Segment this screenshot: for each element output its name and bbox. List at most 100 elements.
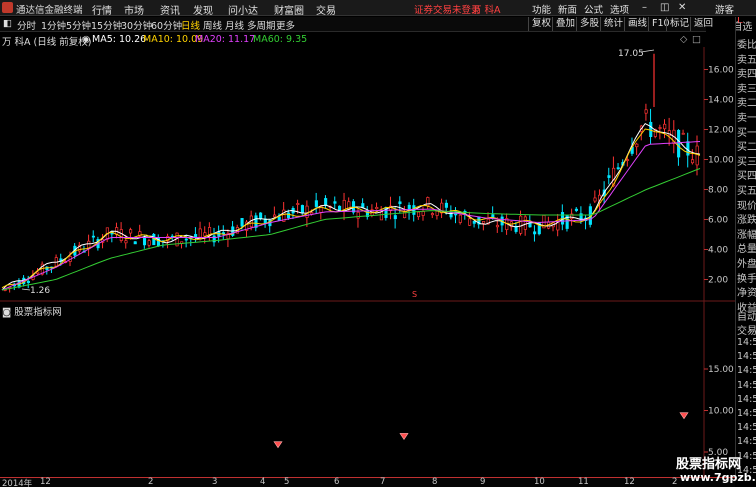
candle-body bbox=[314, 200, 318, 207]
menu-discover[interactable]: 发现 bbox=[193, 2, 213, 17]
maximize-panel-icon[interactable]: □ bbox=[692, 34, 701, 45]
panel-toggle-icon[interactable]: ◧ bbox=[3, 18, 12, 29]
price-tick-label: 16.00 bbox=[708, 66, 734, 76]
ma-info-bar: 万 科A (日线 前复权) ◉ MA5: 10.26 MA10: 10.09 M… bbox=[0, 33, 701, 48]
quote-label: 买三 bbox=[737, 156, 756, 168]
x-tick-label: 2014年 bbox=[2, 479, 33, 487]
menu-function[interactable]: 功能 bbox=[532, 2, 551, 16]
ma-line-ma20 bbox=[1, 141, 701, 291]
quote-label: 买五 bbox=[737, 186, 756, 197]
candle-body bbox=[430, 213, 435, 216]
back-button[interactable]: 返回 bbox=[690, 17, 724, 31]
expand-icon[interactable]: ◇ bbox=[680, 34, 687, 45]
period-more[interactable]: 更多 bbox=[276, 18, 295, 32]
candle-body bbox=[663, 123, 667, 130]
menu-trade[interactable]: 交易 bbox=[316, 2, 336, 17]
period-daily[interactable]: 日线 bbox=[181, 18, 200, 32]
menu-market[interactable]: 市场 bbox=[124, 2, 144, 17]
ma20-value: MA20: 11.17 bbox=[195, 34, 256, 45]
trade-label: 交易 bbox=[737, 326, 756, 337]
menu-ask[interactable]: 问小达 bbox=[228, 2, 258, 17]
indicator-panel[interactable]: 15.0010.005.00 bbox=[0, 302, 735, 477]
menu-formula[interactable]: 公式 bbox=[584, 2, 603, 16]
period-monthly[interactable]: 月线 bbox=[225, 18, 244, 32]
x-tick-label: 5 bbox=[284, 477, 290, 487]
period-30min[interactable]: 30分钟 bbox=[121, 18, 152, 32]
candle-body bbox=[574, 208, 578, 211]
period-60min[interactable]: 60分钟 bbox=[151, 18, 182, 32]
candle-body bbox=[495, 224, 500, 228]
trade-time: 14:56 bbox=[737, 422, 756, 434]
price-tick-label: 2.00 bbox=[708, 276, 728, 286]
candle-body bbox=[324, 198, 328, 206]
candle-body bbox=[533, 231, 537, 235]
user-label[interactable]: 游客 bbox=[715, 2, 734, 16]
candle-body bbox=[444, 202, 448, 208]
restore-icon[interactable]: ◫ bbox=[660, 2, 669, 13]
candle-body bbox=[593, 197, 597, 202]
draw-line-button[interactable]: 画线 bbox=[624, 17, 650, 31]
kline-chart[interactable]: 16.00 14.00 12.00 10.00 8.00 6.00 4.00 2.00 17.… bbox=[0, 47, 735, 302]
multi-stock-button[interactable]: 多股 bbox=[576, 17, 602, 31]
price-tick-label: 6.00 bbox=[708, 216, 728, 226]
signal-gem-icon bbox=[679, 412, 689, 420]
menu-quotes[interactable]: 行情 bbox=[92, 2, 112, 17]
candle-body bbox=[119, 229, 123, 241]
x-tick-label: 7 bbox=[380, 477, 386, 487]
candle-body bbox=[416, 211, 421, 218]
candle-body bbox=[523, 216, 527, 230]
trade-label: 自动 bbox=[737, 312, 756, 323]
menu-new-page[interactable]: 新面 bbox=[558, 2, 577, 16]
candle-body bbox=[667, 130, 671, 136]
login-warning[interactable]: 证券交易未登录 bbox=[414, 2, 481, 16]
adjust-button[interactable]: 复权 bbox=[528, 17, 554, 31]
stats-button[interactable]: 统计 bbox=[600, 17, 626, 31]
period-multi[interactable]: 多周期 bbox=[247, 18, 276, 32]
period-5min[interactable]: 5分钟 bbox=[66, 18, 91, 32]
settings-icon[interactable]: ◉ bbox=[82, 34, 90, 45]
close-icon[interactable]: ✕ bbox=[678, 2, 686, 13]
minimize-icon[interactable]: – bbox=[642, 2, 647, 13]
price-annotations: 17.05 1.26 S bbox=[21, 49, 655, 299]
candle-body bbox=[695, 145, 699, 166]
candle-body bbox=[133, 241, 137, 245]
quote-label: 买一 bbox=[737, 127, 756, 139]
mark-button[interactable]: 标记 bbox=[666, 17, 692, 31]
price-tick-label: 4.00 bbox=[708, 246, 728, 256]
quote-label: 涨跌 bbox=[737, 215, 756, 227]
quote-label: 卖五 bbox=[737, 54, 756, 66]
quote-label: 卖四 bbox=[737, 69, 756, 81]
overlay-button[interactable]: 叠加 bbox=[552, 17, 578, 31]
candle-body bbox=[91, 235, 95, 238]
signal-markers bbox=[273, 412, 689, 449]
quote-label: 现价 bbox=[737, 200, 756, 212]
candle-body bbox=[472, 220, 476, 224]
period-tick[interactable]: 分时 bbox=[17, 18, 36, 32]
candle-body bbox=[644, 109, 648, 114]
period-weekly[interactable]: 周线 bbox=[203, 18, 222, 32]
x-tick-label: 2 bbox=[148, 477, 154, 487]
watermark-title: 股票指标网 bbox=[676, 457, 742, 472]
menu-news[interactable]: 资讯 bbox=[160, 2, 180, 17]
menu-wealth[interactable]: 财富圈 bbox=[274, 2, 304, 17]
candle-body bbox=[152, 233, 156, 246]
candle-body bbox=[198, 228, 202, 238]
watermark: 股票指标网 www.7gpzb.com bbox=[676, 453, 756, 487]
candle-body bbox=[300, 205, 304, 214]
price-tick-label: 10.00 bbox=[708, 156, 734, 166]
x-tick-label: 8 bbox=[432, 477, 438, 487]
low-price-label: 1.26 bbox=[30, 286, 50, 296]
period-15min[interactable]: 15分钟 bbox=[91, 18, 122, 32]
candle-body bbox=[560, 212, 565, 225]
quote-label: 涨幅 bbox=[737, 229, 756, 241]
add-watchlist-button[interactable]: +自选 bbox=[736, 18, 752, 33]
trade-time: 14:56 bbox=[737, 365, 756, 377]
period-1min[interactable]: 1分钟 bbox=[41, 18, 66, 32]
quote-label: 外盘 bbox=[737, 259, 756, 270]
trade-time: 14:56 bbox=[737, 379, 756, 391]
candle-body bbox=[658, 127, 662, 129]
candle-body bbox=[296, 203, 300, 205]
menu-options[interactable]: 选项 bbox=[610, 2, 629, 16]
app-title: 通达信金融终端 bbox=[16, 5, 83, 16]
signal-gem-icon bbox=[273, 441, 283, 449]
